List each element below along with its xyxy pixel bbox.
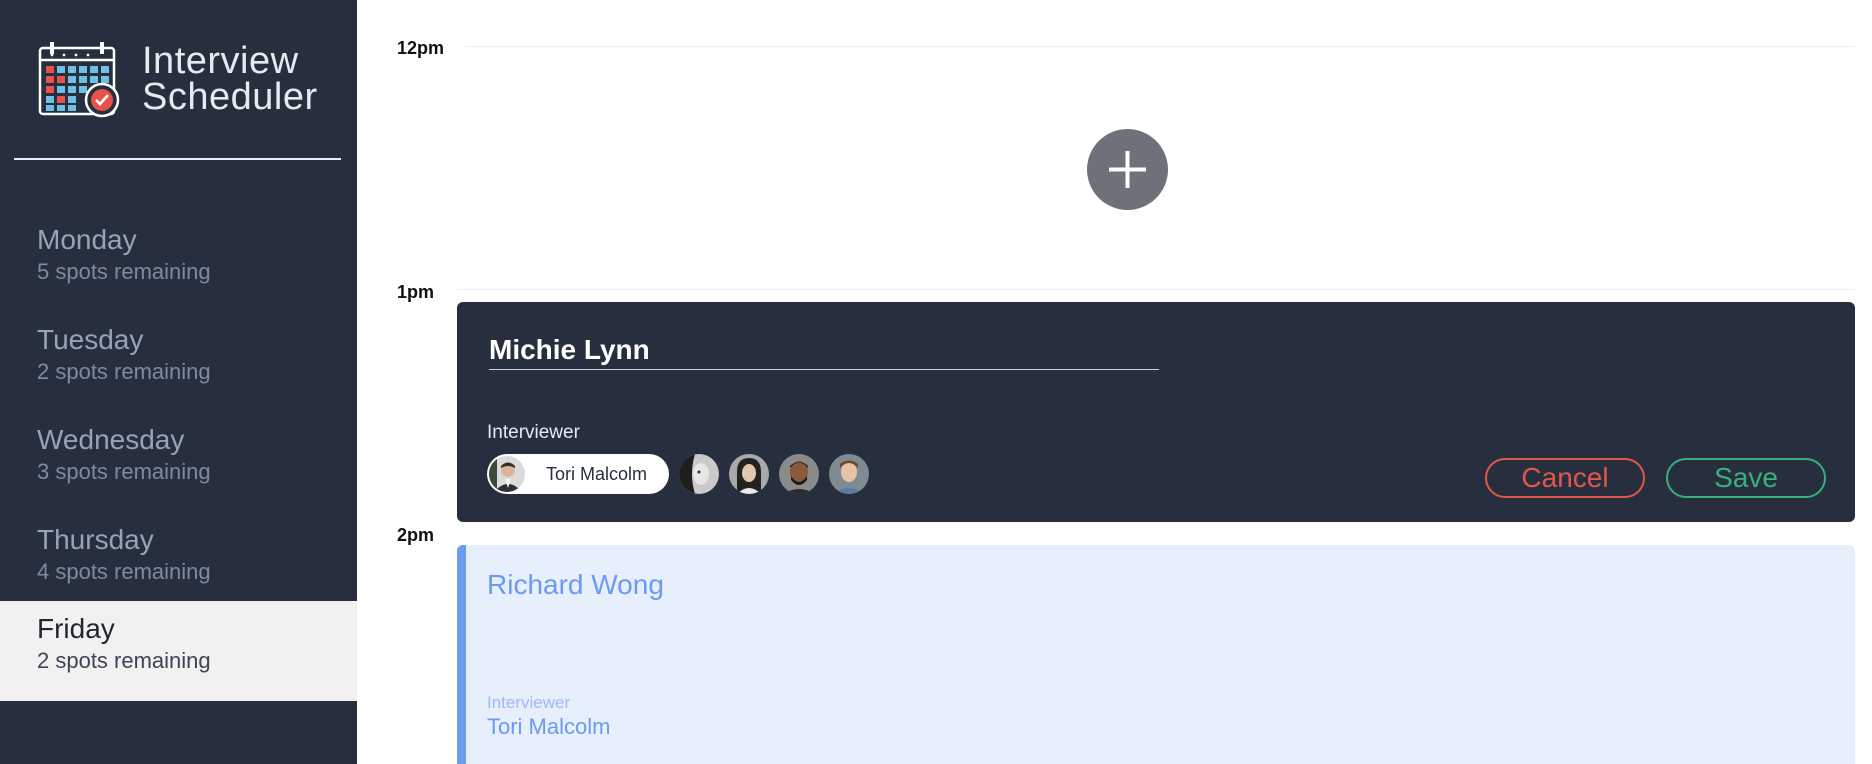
appointment-interviewer-name: Tori Malcolm bbox=[487, 714, 611, 739]
save-button[interactable]: Save bbox=[1666, 458, 1826, 498]
day-item-thursday[interactable]: Thursday 4 spots remaining bbox=[0, 512, 357, 612]
interviewer-item-selected[interactable]: Tori Malcolm bbox=[487, 454, 670, 494]
day-spots: 2 spots remaining bbox=[37, 648, 211, 673]
sidebar: Interview Scheduler Monday 5 spots remai… bbox=[0, 0, 357, 764]
interviewer-avatar-2[interactable] bbox=[679, 454, 720, 494]
day-name: Wednesday bbox=[37, 424, 185, 455]
day-spots: 4 spots remaining bbox=[37, 559, 211, 584]
hour-separator bbox=[457, 289, 1855, 290]
day-item-wednesday[interactable]: Wednesday 3 spots remaining bbox=[0, 412, 357, 512]
day-item-monday[interactable]: Monday 5 spots remaining bbox=[0, 212, 357, 312]
day-spots: 2 spots remaining bbox=[37, 359, 211, 384]
appointment-student-name: Richard Wong bbox=[487, 569, 664, 600]
interviewer-avatar-5[interactable] bbox=[829, 454, 870, 494]
cancel-button[interactable]: Cancel bbox=[1485, 458, 1645, 498]
appointment-form: Interviewer Tori Malcolm bbox=[457, 302, 1855, 522]
interviewer-label: Interviewer bbox=[487, 422, 580, 443]
sidebar-divider bbox=[14, 158, 341, 160]
app-title-line2: Scheduler bbox=[142, 76, 318, 118]
day-spots: 5 spots remaining bbox=[37, 259, 211, 284]
day-spots: 3 spots remaining bbox=[37, 459, 211, 484]
calendar-logo-icon bbox=[38, 42, 120, 118]
app-title-line1: Interview bbox=[142, 40, 299, 82]
time-label-12pm: 12pm bbox=[397, 38, 445, 58]
interviewer-avatar-3[interactable] bbox=[729, 454, 770, 494]
day-item-tuesday[interactable]: Tuesday 2 spots remaining bbox=[0, 312, 357, 412]
time-label-1pm: 1pm bbox=[397, 282, 435, 302]
selected-interviewer-name: Tori Malcolm bbox=[546, 463, 648, 484]
brand: Interview Scheduler bbox=[38, 40, 318, 118]
interviewer-avatar-4[interactable] bbox=[779, 454, 820, 494]
day-name: Monday bbox=[37, 224, 137, 255]
day-name: Tuesday bbox=[37, 324, 144, 355]
day-name: Friday bbox=[37, 613, 115, 644]
time-label-2pm: 2pm bbox=[397, 525, 435, 545]
avatar bbox=[489, 456, 525, 492]
interviewer-list: Tori Malcolm bbox=[487, 454, 879, 494]
plus-icon bbox=[1109, 151, 1146, 188]
day-item-friday[interactable]: Friday 2 spots remaining bbox=[0, 601, 357, 701]
day-name: Thursday bbox=[37, 524, 154, 555]
student-name-input[interactable] bbox=[489, 330, 1159, 370]
schedule-main: 12pm 1pm Interviewer bbox=[357, 0, 1872, 764]
appointment-card[interactable]: Richard Wong Interviewer Tori Malcolm bbox=[457, 545, 1855, 764]
app-title: Interview Scheduler bbox=[142, 40, 318, 118]
add-appointment-button[interactable] bbox=[1087, 129, 1168, 210]
hour-separator bbox=[465, 46, 1855, 47]
appointment-interviewer-label: Interviewer bbox=[487, 693, 571, 712]
